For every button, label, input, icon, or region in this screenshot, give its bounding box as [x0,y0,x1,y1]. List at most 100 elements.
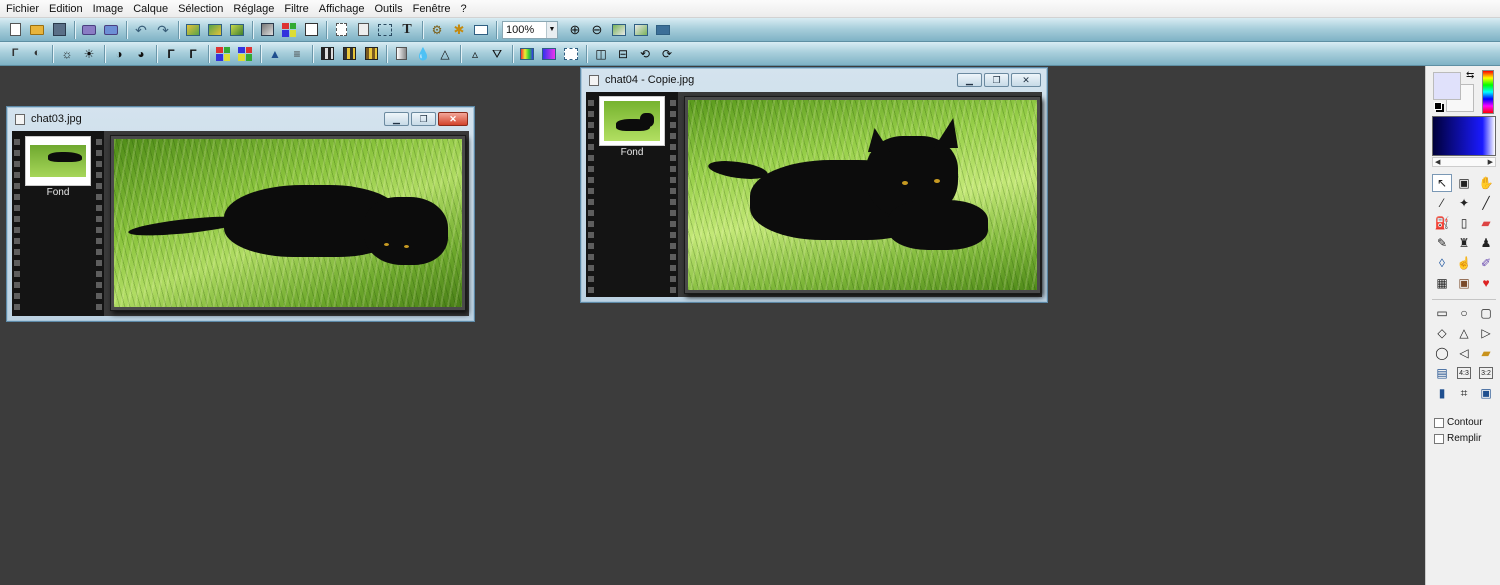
fullscreen-icon[interactable] [654,21,672,39]
stamp-icon[interactable]: ♟ [1476,234,1496,252]
ratio-portrait-icon[interactable]: ▮ [1432,384,1452,402]
effects-icon[interactable]: ✱ [450,21,468,39]
selection-window-icon[interactable]: ▣ [1454,174,1474,192]
contour-checkbox[interactable]: Contour [1434,417,1483,428]
ellipse-icon[interactable]: ○ [1454,304,1474,322]
checkbox-box[interactable] [1434,433,1444,444]
menu-reglage[interactable]: Réglage [233,3,274,15]
drop-icon[interactable]: ◊ [1432,254,1452,272]
portrait-icon[interactable]: ▣ [1454,274,1474,292]
gamma-down-icon[interactable]: Γ [162,45,180,63]
swap-colors-icon[interactable]: ⇆ [1466,70,1474,81]
texture-icon[interactable]: ▦ [1432,274,1452,292]
layer-thumbnail[interactable] [599,96,665,146]
auto-contrast-icon[interactable]: ◐ [28,45,46,63]
diamond-icon[interactable]: ◇ [1432,324,1452,342]
color-balance-icon[interactable] [518,45,536,63]
zoom-in-icon[interactable]: ⊕ [566,21,584,39]
color-down-icon[interactable] [214,45,232,63]
fill-icon[interactable] [258,21,276,39]
ratio-3-2-icon[interactable]: 3:2 [1479,367,1493,379]
select-all-icon[interactable] [332,21,350,39]
contrast-down-icon[interactable]: ◑ [110,45,128,63]
minimize-button[interactable]: ▁ [957,73,982,87]
close-button[interactable]: ✕ [438,112,468,126]
undo-icon[interactable]: ↶ [132,21,150,39]
layers-icon[interactable] [302,21,320,39]
filter-d-icon[interactable] [392,45,410,63]
menu-filtre[interactable]: Filtre [284,3,308,15]
window-select-icon[interactable]: ▣ [1476,384,1496,402]
restore-button[interactable]: ❐ [984,73,1009,87]
image-canvas[interactable] [110,135,466,311]
menu-help[interactable]: ? [461,3,467,15]
save-icon[interactable] [50,21,68,39]
gradient-scroll[interactable]: ◀ ▶ [1432,157,1496,167]
magic-wand-icon[interactable]: ✦ [1454,194,1474,212]
rectangle-icon[interactable]: ▭ [1432,304,1452,322]
menu-edition[interactable]: Edition [49,3,83,15]
zoom-out-icon[interactable]: ⊖ [588,21,606,39]
restore-button[interactable]: ❐ [411,112,436,126]
line-icon[interactable]: ╱ [1476,194,1496,212]
flip-horizontal-icon[interactable]: ◫ [592,45,610,63]
default-colors-icon[interactable] [1434,102,1442,110]
screen-icon[interactable] [472,21,490,39]
menu-selection[interactable]: Sélection [178,3,223,15]
spray-icon[interactable]: ▯ [1454,214,1474,232]
flip-vertical-icon[interactable]: ⊟ [614,45,632,63]
menu-fenetre[interactable]: Fenêtre [413,3,451,15]
hue-icon[interactable] [540,45,558,63]
histogram-icon[interactable]: ▲ [266,45,284,63]
image-canvas[interactable] [684,96,1041,294]
chevron-right-icon[interactable]: ▶ [1488,158,1493,166]
cat-photo[interactable] [688,100,1037,290]
cat-photo[interactable] [114,139,462,307]
menu-calque[interactable]: Calque [133,3,168,15]
color-gradient-picker[interactable] [1432,116,1496,156]
chevron-left-icon[interactable]: ◀ [1435,158,1440,166]
minimize-button[interactable]: ▁ [384,112,409,126]
drop-a-icon[interactable]: ▵ [466,45,484,63]
eraser-icon[interactable]: ▰ [1476,214,1496,232]
open-folder-icon[interactable]: ▰ [1476,344,1496,362]
crop-icon[interactable] [376,21,394,39]
open-icon[interactable] [28,21,46,39]
text-icon[interactable]: T [398,21,416,39]
menu-fichier[interactable]: Fichier [6,3,39,15]
brightness-up-icon[interactable]: ☀ [80,45,98,63]
scan-icon[interactable] [102,21,120,39]
brightness-down-icon[interactable]: ☼ [58,45,76,63]
menu-outils[interactable]: Outils [374,3,402,15]
brush-icon[interactable]: ✎ [1432,234,1452,252]
eyedropper-icon[interactable]: ⁄ [1432,194,1452,212]
pointer-icon[interactable]: ↖ [1432,174,1452,192]
palette-icon[interactable] [280,21,298,39]
hand-icon[interactable]: ✋ [1476,174,1496,192]
blur-icon[interactable]: 💧 [414,45,432,63]
menu-image[interactable]: Image [93,3,124,15]
redo-icon[interactable]: ↷ [154,21,172,39]
fill-checkbox[interactable]: Remplir [1434,433,1481,444]
lasso-icon[interactable]: ◯ [1432,344,1452,362]
zoom-select[interactable]: 100% ▼ [502,20,558,39]
rotate-right-icon[interactable]: ⟳ [658,45,676,63]
polygon-lasso-icon[interactable]: ◁ [1454,344,1474,362]
paste-selection-icon[interactable] [228,21,246,39]
negative-icon[interactable] [562,45,580,63]
image-window-chat03[interactable]: chat03.jpg ▁ ❐ ✕ Fond [6,106,475,322]
rotate-left-icon[interactable]: ⟲ [636,45,654,63]
right-triangle-icon[interactable]: ▷ [1476,324,1496,342]
pencil-brush-icon[interactable]: ✐ [1476,254,1496,272]
ratio-free-icon[interactable]: ▤ [1432,364,1452,382]
checkbox-box[interactable] [1434,417,1444,428]
foreground-color-swatch[interactable] [1433,72,1461,100]
transform-icon[interactable]: ⌗ [1454,384,1474,402]
paste-layer-icon[interactable] [206,21,224,39]
color-up-icon[interactable] [236,45,254,63]
ratio-4-3-icon[interactable]: 4:3 [1457,367,1471,379]
layer-thumbnail[interactable] [25,136,91,186]
filter-b-icon[interactable] [340,45,358,63]
auto-levels-icon[interactable]: Γ [6,45,24,63]
plugin-icon[interactable]: ⚙ [428,21,446,39]
